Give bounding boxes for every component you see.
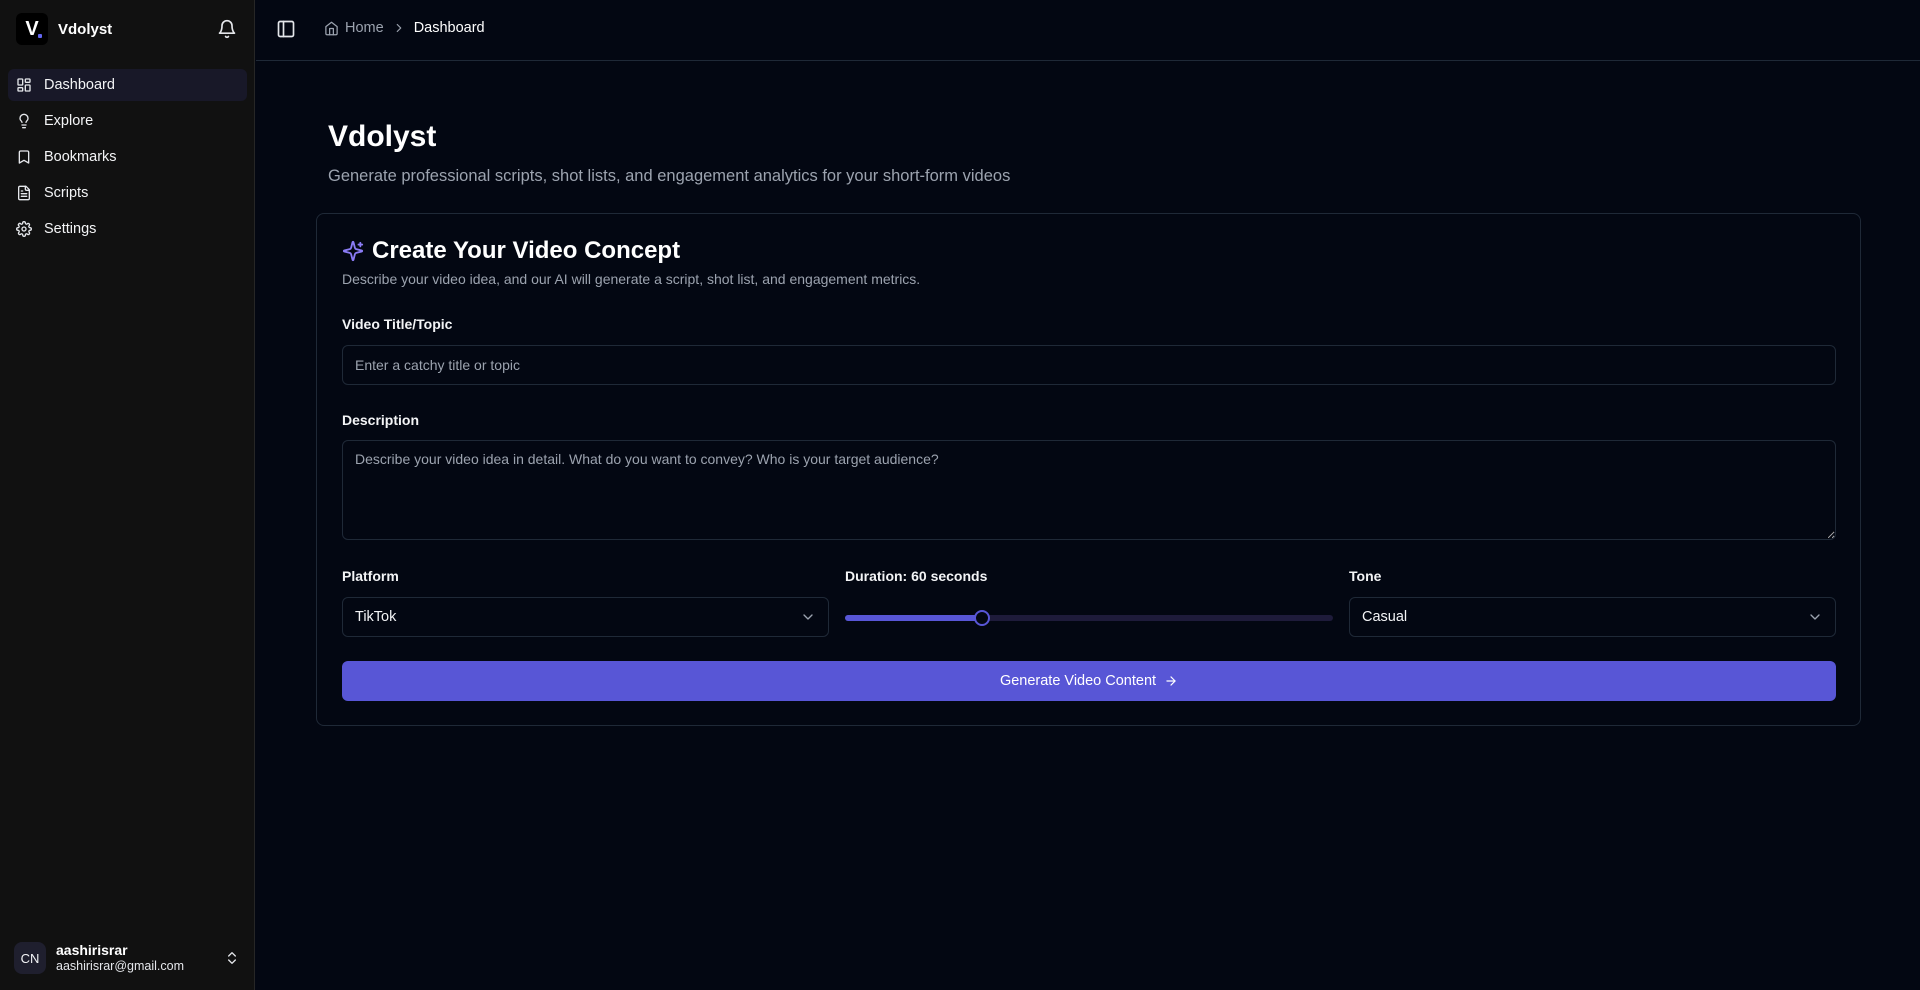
card-description: Describe your video idea, and our AI wil…: [342, 271, 921, 287]
gear-icon: [16, 221, 32, 237]
breadcrumb: Home Dashboard: [324, 20, 485, 36]
arrow-right-icon: [1166, 676, 1176, 686]
generate-video-content-button[interactable]: Generate Video Content: [342, 661, 1836, 701]
layout-dashboard-icon: [17, 78, 31, 92]
file-text-icon: [18, 185, 30, 201]
page-subtitle: Generate professional scripts, shot list…: [328, 167, 1011, 185]
tone-value: Casual: [1362, 609, 1408, 625]
card-title-text: Create Your Video Concept: [372, 237, 681, 264]
slider-fill: [845, 615, 982, 621]
video-title-input[interactable]: [342, 345, 1836, 385]
breadcrumb-home-label: Home: [345, 20, 384, 36]
chevron-right-icon: [396, 23, 402, 33]
avatar: CN: [14, 942, 46, 974]
user-name: aashirisrar: [56, 942, 128, 958]
platform-select[interactable]: TikTok: [342, 597, 829, 637]
brand[interactable]: V Vdolyst: [16, 13, 112, 45]
bookmark-icon: [18, 150, 30, 164]
user-menu[interactable]: CN aashirisrar aashirisrar@gmail.com: [14, 940, 240, 976]
platform-value: TikTok: [355, 609, 397, 625]
user-info: aashirisrar aashirisrar@gmail.com: [56, 942, 214, 974]
generate-button-label: Generate Video Content: [999, 673, 1157, 689]
description-label: Description: [342, 412, 420, 428]
sidebar-item-label: Settings: [44, 221, 97, 237]
brand-name: Vdolyst: [58, 20, 113, 38]
home-icon: [325, 21, 338, 35]
lightbulb-icon: [19, 113, 29, 129]
sidebar: V Vdolyst Dashboard Explore Bookmarks Sc…: [0, 0, 255, 990]
sidebar-toggle-icon[interactable]: [276, 19, 296, 39]
tone-select[interactable]: Casual: [1349, 597, 1836, 637]
sidebar-item-scripts[interactable]: Scripts: [8, 177, 247, 209]
sidebar-item-explore[interactable]: Explore: [8, 105, 247, 137]
chevron-down-icon: [803, 614, 813, 620]
sidebar-item-label: Dashboard: [44, 77, 115, 93]
description-textarea[interactable]: [342, 440, 1836, 540]
breadcrumb-current: Dashboard: [413, 20, 485, 36]
sidebar-item-label: Scripts: [44, 185, 89, 201]
logo-dot: [38, 34, 42, 38]
chevrons-up-down-icon: [228, 952, 236, 964]
brand-logo: V: [16, 13, 48, 45]
topbar: Home Dashboard: [256, 0, 1920, 61]
bell-icon[interactable]: [217, 19, 237, 39]
video-title-label: Video Title/Topic: [342, 316, 453, 332]
chevron-down-icon: [1810, 614, 1820, 620]
sparkles-icon: [342, 240, 364, 262]
duration-label: Duration: 60 seconds: [845, 568, 988, 584]
sidebar-item-label: Bookmarks: [44, 149, 117, 165]
video-concept-card: Create Your Video Concept Describe your …: [316, 213, 1861, 726]
tone-label: Tone: [1349, 568, 1382, 584]
duration-slider[interactable]: [845, 610, 1333, 626]
page-title: Vdolyst: [328, 120, 437, 153]
card-title: Create Your Video Concept: [342, 237, 680, 265]
slider-thumb[interactable]: [973, 610, 990, 626]
sidebar-item-dashboard[interactable]: Dashboard: [8, 69, 247, 101]
sidebar-nav: Dashboard Explore Bookmarks Scripts Sett…: [8, 69, 247, 249]
platform-label: Platform: [342, 568, 399, 584]
sidebar-item-settings[interactable]: Settings: [8, 213, 247, 245]
sidebar-item-bookmarks[interactable]: Bookmarks: [8, 141, 247, 173]
user-email: aashirisrar@gmail.com: [56, 959, 184, 973]
logo-letter: V: [25, 17, 39, 40]
breadcrumb-home[interactable]: Home: [324, 20, 384, 36]
sidebar-item-label: Explore: [44, 113, 94, 129]
